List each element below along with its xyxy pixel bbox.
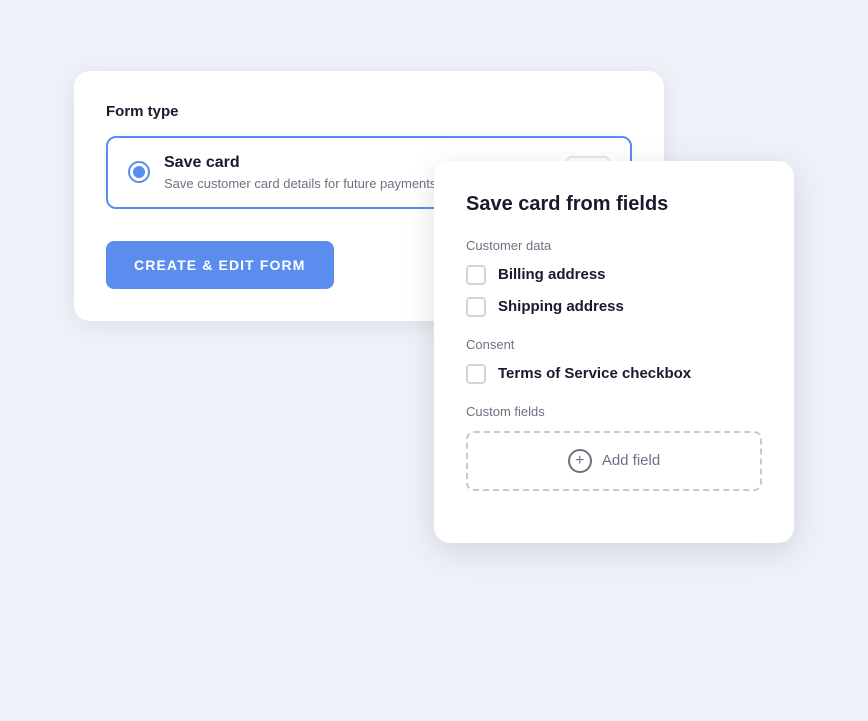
tos-item: Terms of Service checkbox: [466, 364, 762, 384]
radio-button[interactable]: [128, 161, 150, 183]
add-field-label: Add field: [602, 452, 660, 469]
tos-label: Terms of Service checkbox: [498, 365, 691, 382]
form-type-label: Form type: [106, 103, 632, 120]
scene: Form type Save card Save customer card d…: [74, 71, 794, 651]
billing-address-item: Billing address: [466, 265, 762, 285]
add-field-button[interactable]: + Add field: [466, 431, 762, 491]
custom-fields-section: Custom fields + Add field: [466, 404, 762, 491]
create-edit-form-button[interactable]: CREATE & EDIT FORM: [106, 241, 334, 289]
consent-label: Consent: [466, 337, 762, 352]
shipping-address-label: Shipping address: [498, 298, 624, 315]
shipping-address-checkbox[interactable]: [466, 297, 486, 317]
save-card-fields-panel: Save card from fields Customer data Bill…: [434, 161, 794, 543]
billing-address-checkbox[interactable]: [466, 265, 486, 285]
panel-title: Save card from fields: [466, 193, 762, 216]
custom-fields-label: Custom fields: [466, 404, 762, 419]
consent-section: Consent Terms of Service checkbox: [466, 337, 762, 384]
customer-data-label: Customer data: [466, 238, 762, 253]
customer-data-section: Customer data Billing address Shipping a…: [466, 238, 762, 317]
radio-button-inner: [133, 166, 145, 178]
shipping-address-item: Shipping address: [466, 297, 762, 317]
tos-checkbox[interactable]: [466, 364, 486, 384]
plus-icon: +: [568, 449, 592, 473]
billing-address-label: Billing address: [498, 266, 606, 283]
